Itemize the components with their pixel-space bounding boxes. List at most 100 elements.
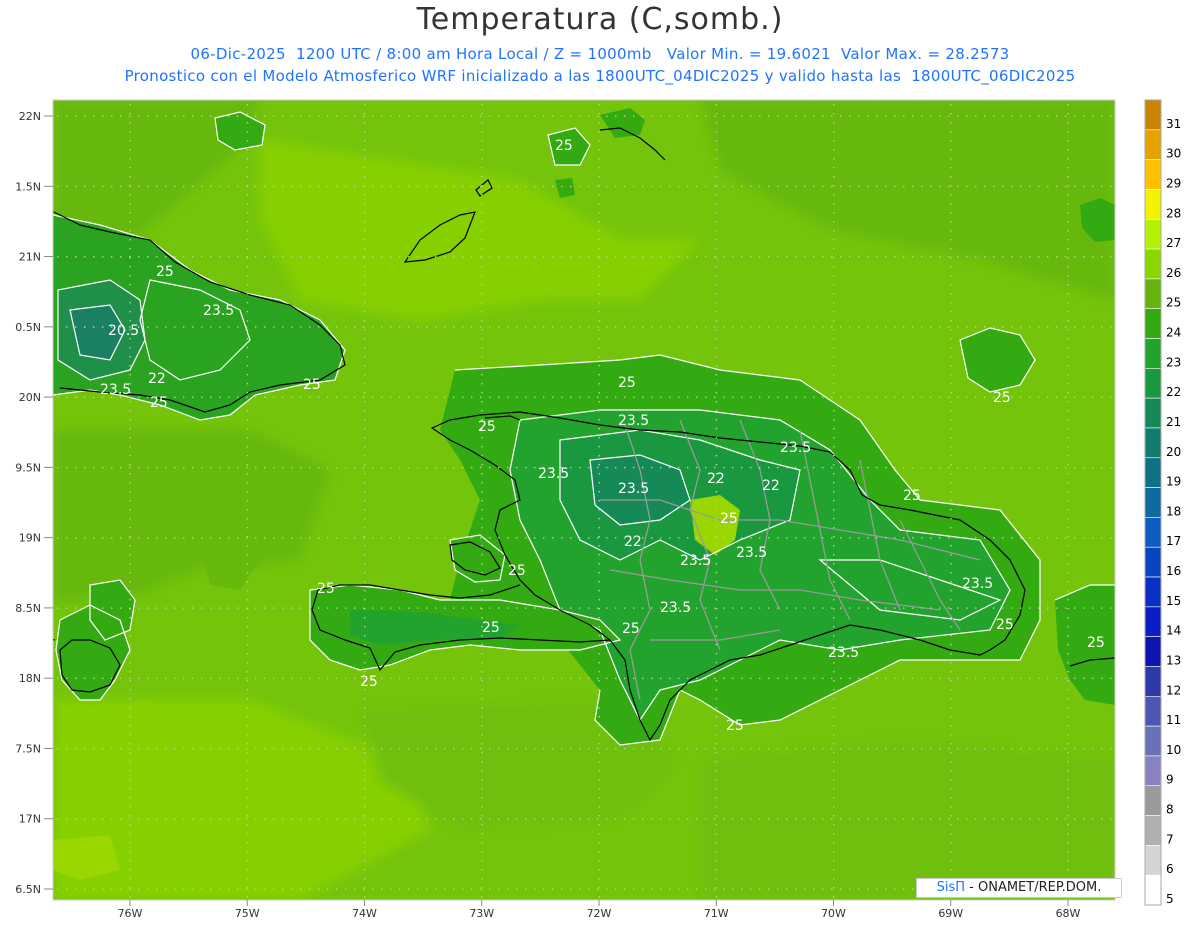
grid-dot <box>715 896 718 898</box>
grid-dot <box>1101 677 1103 680</box>
grid-dot <box>481 104 483 106</box>
grid-dot <box>723 537 725 539</box>
grid-dot <box>966 818 968 820</box>
grid-dot <box>84 185 86 188</box>
grid-dot <box>598 707 600 709</box>
grid-dot <box>75 888 77 890</box>
grid-dot <box>579 396 581 398</box>
grid-dot <box>705 888 707 890</box>
grid-dot <box>408 185 410 188</box>
grid-dot <box>831 888 833 890</box>
grid-dot <box>129 122 131 124</box>
grid-dot <box>885 677 887 680</box>
credit-text: - ONAMET/REP.DOM. <box>965 880 1102 895</box>
grid-dot <box>381 607 383 609</box>
grid-dot <box>138 185 140 188</box>
grid-dot <box>678 818 680 820</box>
grid-dot <box>516 537 518 539</box>
grid-dot <box>156 256 158 258</box>
grid-dot <box>354 185 356 188</box>
grid-dot <box>282 677 284 680</box>
grid-dot <box>66 396 68 398</box>
grid-dot <box>894 115 896 117</box>
grid-dot <box>715 266 718 268</box>
grid-dot <box>930 256 932 258</box>
grid-dot <box>363 466 365 469</box>
grid-dot <box>408 326 410 328</box>
grid-dot <box>336 466 338 469</box>
grid-dot <box>714 466 716 469</box>
grid-dot <box>598 824 600 826</box>
grid-dot <box>714 747 716 750</box>
grid-dot <box>481 194 483 196</box>
grid-dot <box>950 329 952 331</box>
grid-dot <box>833 284 835 286</box>
grid-dot <box>598 257 600 259</box>
grid-dot <box>364 185 366 187</box>
grid-dot <box>129 707 131 709</box>
grid-dot <box>138 396 140 398</box>
grid-dot <box>696 607 698 609</box>
grid-dot <box>481 302 483 304</box>
grid-dot <box>498 537 500 539</box>
grid-dot <box>840 607 842 609</box>
grid-dot <box>833 185 835 187</box>
latitude-tick-label: 1.5N <box>15 180 41 193</box>
grid-dot <box>165 326 167 328</box>
grid-dot <box>833 662 835 664</box>
grid-dot <box>345 396 347 398</box>
grid-dot <box>417 466 419 469</box>
grid-dot <box>950 383 952 385</box>
grid-dot <box>598 770 600 772</box>
grid-dot <box>1056 185 1058 188</box>
grid-dot <box>120 677 122 680</box>
longitude-tick-label: 69W <box>938 907 963 920</box>
grid-dot <box>768 396 770 398</box>
grid-dot <box>1110 607 1112 609</box>
grid-dot <box>669 818 671 820</box>
contour-label: 25 <box>618 375 636 391</box>
grid-dot <box>849 747 851 750</box>
grid-dot <box>948 747 950 750</box>
grid-dot <box>534 185 536 188</box>
grid-dot <box>498 466 500 469</box>
grid-dot <box>364 500 366 502</box>
grid-dot <box>489 115 491 117</box>
grid-dot <box>129 455 131 457</box>
grid-dot <box>426 326 428 328</box>
grid-dot <box>894 537 896 539</box>
grid-dot <box>660 818 662 820</box>
contour-label: 25 <box>1087 635 1105 651</box>
map-title: Temperatura (C,somb.) <box>416 2 784 37</box>
grid-dot <box>588 115 590 117</box>
grid-dot <box>138 677 140 680</box>
grid-dot <box>417 537 419 539</box>
grid-dot <box>543 326 545 328</box>
grid-dot <box>66 818 68 820</box>
grid-dot <box>715 590 718 592</box>
grid-dot <box>165 115 167 117</box>
grid-dot <box>481 815 483 817</box>
grid-dot <box>246 887 249 889</box>
grid-dot <box>642 888 644 890</box>
grid-dot <box>1038 396 1040 398</box>
grid-dot <box>833 761 835 763</box>
grid-dot <box>833 527 835 529</box>
grid-dot <box>327 888 329 890</box>
grid-dot <box>840 185 842 188</box>
grid-dot <box>309 185 311 188</box>
grid-dot <box>364 140 366 142</box>
subtitle-model-info: Pronostico con el Modelo Atmosferico WRF… <box>124 67 1076 85</box>
grid-dot <box>1067 797 1069 799</box>
grid-dot <box>1065 537 1067 539</box>
grid-dot <box>950 392 952 394</box>
grid-dot <box>129 410 131 412</box>
grid-dot <box>129 311 131 313</box>
colorbar-label: 18 <box>1166 504 1181 518</box>
grid-dot <box>768 888 770 890</box>
grid-dot <box>327 185 329 188</box>
contour-label: 25 <box>478 419 496 435</box>
grid-dot <box>264 185 266 188</box>
grid-dot <box>840 256 842 258</box>
grid-dot <box>598 833 600 835</box>
